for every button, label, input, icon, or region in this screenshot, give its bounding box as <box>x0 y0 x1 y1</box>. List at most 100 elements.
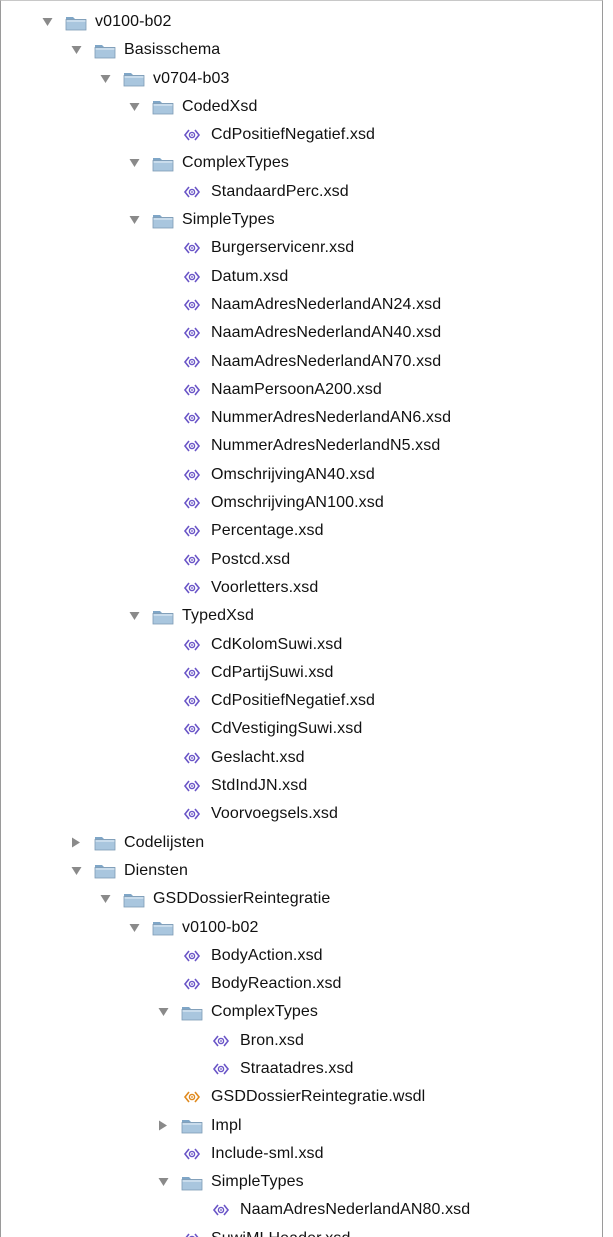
xsd-file-icon <box>181 636 203 654</box>
file-label: CdPartijSuwi.xsd <box>211 663 334 681</box>
tree-folder-row[interactable]: v0100-b02 <box>1 8 602 36</box>
tree-file-row[interactable]: CdVestigingSuwi.xsd <box>1 715 602 743</box>
tree-folder-row[interactable]: ComplexTypes <box>1 149 602 177</box>
file-label: NummerAdresNederlandN5.xsd <box>211 437 441 455</box>
tree-file-row[interactable]: BodyReaction.xsd <box>1 970 602 998</box>
xsd-file-icon <box>181 466 203 484</box>
tree-file-row[interactable]: Postcd.xsd <box>1 546 602 574</box>
file-label: Include-sml.xsd <box>211 1144 324 1162</box>
tree-file-row[interactable]: NaamAdresNederlandAN24.xsd <box>1 291 602 319</box>
folder-label: CodedXsd <box>182 97 258 115</box>
disclosure-collapsed-icon[interactable] <box>157 1120 169 1132</box>
folder-label: Diensten <box>124 861 188 879</box>
file-label: CdPositiefNegatief.xsd <box>211 692 376 710</box>
disclosure-expanded-icon[interactable] <box>128 610 140 622</box>
xsd-file-icon <box>181 268 203 286</box>
tree-folder-row[interactable]: ComplexTypes <box>1 998 602 1026</box>
folder-icon <box>181 1117 203 1135</box>
folder-label: SimpleTypes <box>211 1173 304 1191</box>
disclosure-expanded-icon[interactable] <box>157 1006 169 1018</box>
tree-file-row[interactable]: Straatadres.xsd <box>1 1055 602 1083</box>
tree-file-row[interactable]: GSDDossierReintegratie.wsdl <box>1 1083 602 1111</box>
xsd-file-icon <box>181 381 203 399</box>
file-label: CdKolomSuwi.xsd <box>211 635 343 653</box>
xsd-file-icon <box>181 1230 203 1237</box>
xsd-file-icon <box>210 1201 232 1219</box>
tree-file-row[interactable]: NaamAdresNederlandAN40.xsd <box>1 319 602 347</box>
tree-file-row[interactable]: NaamAdresNederlandAN80.xsd <box>1 1196 602 1224</box>
tree-file-row[interactable]: Percentage.xsd <box>1 517 602 545</box>
disclosure-expanded-icon[interactable] <box>99 893 111 905</box>
file-label: StdIndJN.xsd <box>211 777 308 795</box>
file-label: Percentage.xsd <box>211 522 324 540</box>
xsd-file-icon <box>181 664 203 682</box>
tree-folder-row[interactable]: Impl <box>1 1112 602 1140</box>
file-label: CdVestigingSuwi.xsd <box>211 720 363 738</box>
folder-icon <box>152 607 174 625</box>
xsd-file-icon <box>181 239 203 257</box>
file-label: Bron.xsd <box>240 1031 304 1049</box>
tree-file-row[interactable]: CdKolomSuwi.xsd <box>1 631 602 659</box>
tree-file-row[interactable]: Include-sml.xsd <box>1 1140 602 1168</box>
folder-icon <box>65 13 87 31</box>
xsd-file-icon <box>181 296 203 314</box>
folder-icon <box>181 1003 203 1021</box>
disclosure-expanded-icon[interactable] <box>128 157 140 169</box>
tree-file-row[interactable]: NummerAdresNederlandAN6.xsd <box>1 404 602 432</box>
tree-file-row[interactable]: Bron.xsd <box>1 1027 602 1055</box>
tree-file-row[interactable]: NaamAdresNederlandAN70.xsd <box>1 348 602 376</box>
tree-file-row[interactable]: CdPositiefNegatief.xsd <box>1 687 602 715</box>
xsd-file-icon <box>210 1060 232 1078</box>
disclosure-expanded-icon[interactable] <box>128 101 140 113</box>
disclosure-expanded-icon[interactable] <box>128 214 140 226</box>
tree-file-row[interactable]: Burgerservicenr.xsd <box>1 234 602 262</box>
tree-file-row[interactable]: OmschrijvingAN40.xsd <box>1 461 602 489</box>
tree-file-row[interactable]: Datum.xsd <box>1 263 602 291</box>
tree-folder-row[interactable]: Diensten <box>1 857 602 885</box>
disclosure-expanded-icon[interactable] <box>99 73 111 85</box>
tree-file-row[interactable]: StandaardPerc.xsd <box>1 178 602 206</box>
folder-icon <box>152 211 174 229</box>
disclosure-expanded-icon[interactable] <box>41 16 53 28</box>
file-label: NaamAdresNederlandAN70.xsd <box>211 352 442 370</box>
tree-folder-row[interactable]: CodedXsd <box>1 93 602 121</box>
tree-file-row[interactable]: BodyAction.xsd <box>1 942 602 970</box>
tree-file-row[interactable]: Geslacht.xsd <box>1 744 602 772</box>
xsd-file-icon <box>181 975 203 993</box>
tree-folder-row[interactable]: GSDDossierReintegratie <box>1 885 602 913</box>
folder-icon <box>152 154 174 172</box>
tree-file-row[interactable]: OmschrijvingAN100.xsd <box>1 489 602 517</box>
tree-folder-row[interactable]: v0100-b02 <box>1 914 602 942</box>
tree-file-row[interactable]: CdPartijSuwi.xsd <box>1 659 602 687</box>
tree-folder-row[interactable]: v0704-b03 <box>1 65 602 93</box>
xsd-file-icon <box>181 353 203 371</box>
disclosure-expanded-icon[interactable] <box>70 44 82 56</box>
tree-folder-row[interactable]: SimpleTypes <box>1 206 602 234</box>
tree-file-row[interactable]: NaamPersoonA200.xsd <box>1 376 602 404</box>
tree-file-row[interactable]: StdIndJN.xsd <box>1 772 602 800</box>
xsd-file-icon <box>181 126 203 144</box>
tree-file-row[interactable]: Voorletters.xsd <box>1 574 602 602</box>
tree-file-row[interactable]: NummerAdresNederlandN5.xsd <box>1 432 602 460</box>
folder-label: Basisschema <box>124 41 221 59</box>
tree-file-row[interactable]: SuwiMLHeader.xsd <box>1 1225 602 1237</box>
tree-file-row[interactable]: CdPositiefNegatief.xsd <box>1 121 602 149</box>
disclosure-expanded-icon[interactable] <box>70 865 82 877</box>
disclosure-expanded-icon[interactable] <box>128 922 140 934</box>
file-tree: v0100-b02 Basisschema v0704-b03 CodedXsd CdP… <box>1 8 602 1237</box>
folder-label: Impl <box>211 1116 242 1134</box>
tree-folder-row[interactable]: Codelijsten <box>1 829 602 857</box>
tree-folder-row[interactable]: TypedXsd <box>1 602 602 630</box>
xsd-file-icon <box>181 324 203 342</box>
tree-folder-row[interactable]: SimpleTypes <box>1 1168 602 1196</box>
disclosure-collapsed-icon[interactable] <box>70 837 82 849</box>
tree-file-row[interactable]: Voorvoegsels.xsd <box>1 800 602 828</box>
disclosure-expanded-icon[interactable] <box>157 1176 169 1188</box>
xsd-file-icon <box>181 947 203 965</box>
xsd-file-icon <box>210 1032 232 1050</box>
folder-label: v0100-b02 <box>95 13 172 30</box>
xsd-file-icon <box>181 494 203 512</box>
xsd-file-icon <box>181 437 203 455</box>
tree-folder-row[interactable]: Basisschema <box>1 36 602 64</box>
file-label: Straatadres.xsd <box>240 1059 354 1077</box>
